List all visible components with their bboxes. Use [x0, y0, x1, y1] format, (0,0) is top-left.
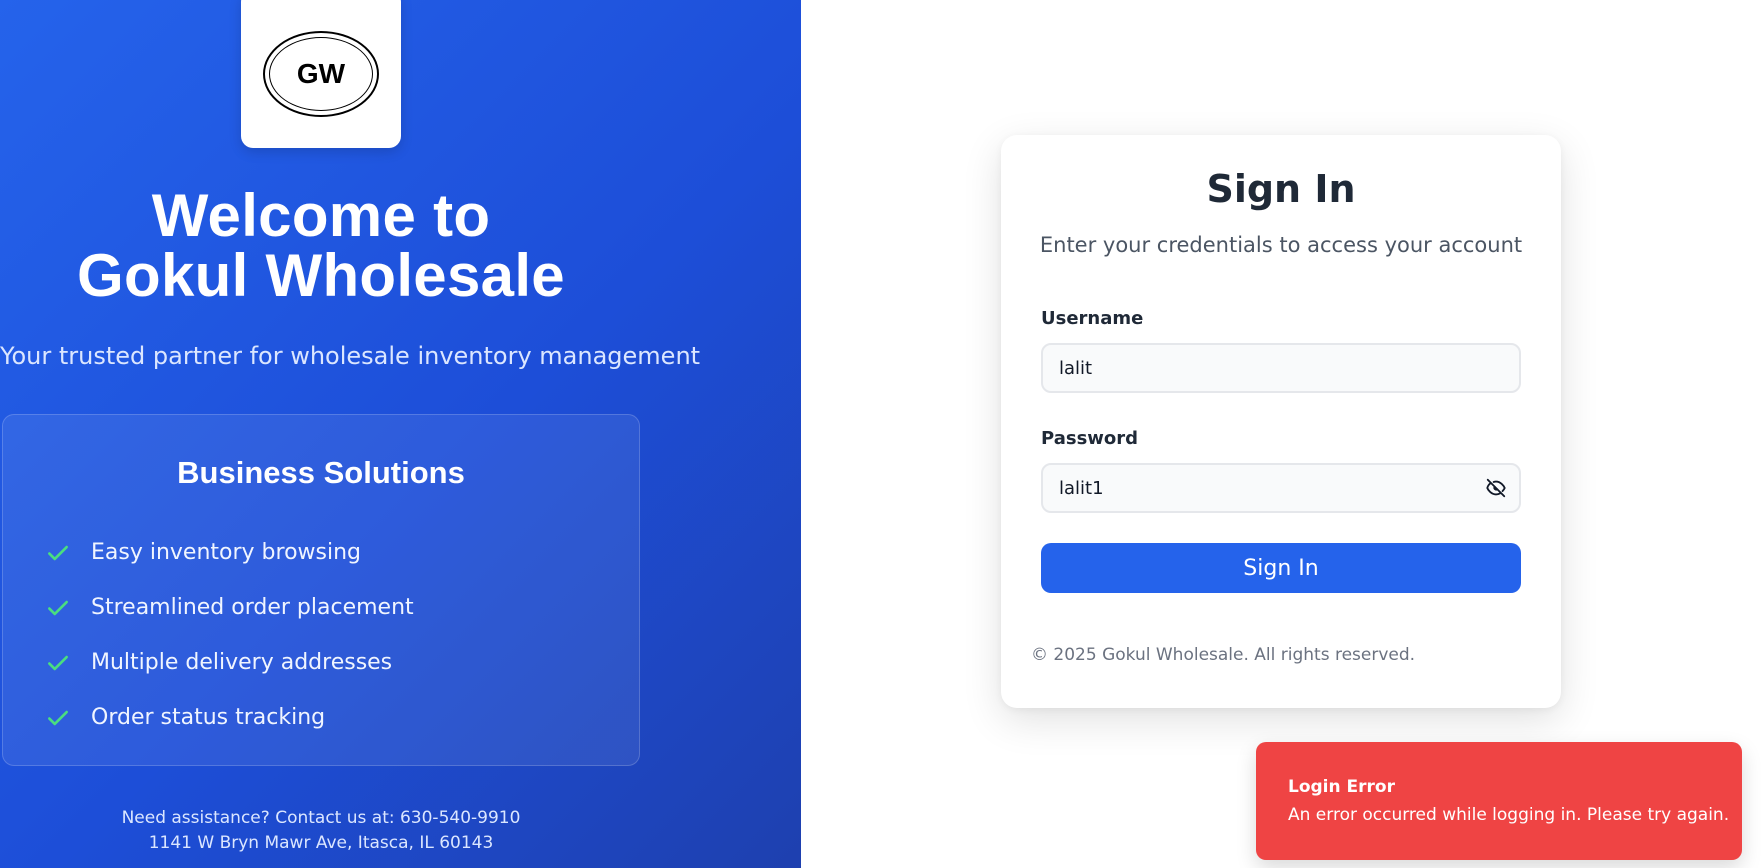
- feature-list: Easy inventory browsing Streamlined orde…: [45, 525, 414, 745]
- username-input[interactable]: [1043, 345, 1519, 391]
- password-label: Password: [1041, 428, 1139, 449]
- eye-off-icon[interactable]: [1485, 477, 1507, 499]
- contact-address: 1141 W Bryn Mawr Ave, Itasca, IL 60143: [148, 833, 494, 853]
- toast-message: An error occurred while logging in. Plea…: [1288, 805, 1730, 825]
- feature-item: Easy inventory browsing: [45, 525, 414, 580]
- contact-info: Need assistance? Contact us at: 630-540-…: [0, 806, 642, 856]
- check-icon: [48, 710, 68, 725]
- login-error-toast[interactable]: Login Error An error occurred while logg…: [1256, 742, 1742, 860]
- check-icon: [48, 655, 68, 670]
- logo-outer-ring: GW: [263, 31, 379, 117]
- sign-in-button[interactable]: Sign In: [1041, 543, 1521, 593]
- feature-label: Multiple delivery addresses: [91, 650, 393, 675]
- sign-in-subtitle: Enter your credentials to access your ac…: [1039, 233, 1523, 257]
- logo-text: GW: [269, 37, 373, 111]
- feature-label: Streamlined order placement: [91, 595, 414, 620]
- welcome-line-2: Gokul Wholesale: [77, 242, 565, 309]
- business-solutions-title: Business Solutions: [177, 455, 465, 490]
- feature-item: Order status tracking: [45, 690, 414, 745]
- sign-in-title: Sign In: [1206, 167, 1356, 211]
- contact-phone: Need assistance? Contact us at: 630-540-…: [121, 808, 521, 828]
- feature-item: Streamlined order placement: [45, 580, 414, 635]
- toast-title: Login Error: [1288, 777, 1395, 797]
- feature-label: Easy inventory browsing: [91, 540, 362, 565]
- username-label: Username: [1041, 308, 1144, 329]
- tagline: Your trusted partner for wholesale inven…: [0, 342, 701, 370]
- welcome-line-1: Welcome to: [151, 182, 491, 249]
- copyright-text: © 2025 Gokul Wholesale. All rights reser…: [1031, 645, 1416, 665]
- password-field-wrapper: [1041, 463, 1521, 513]
- username-field-wrapper: [1041, 343, 1521, 393]
- check-icon: [48, 545, 68, 560]
- feature-item: Multiple delivery addresses: [45, 635, 414, 690]
- welcome-heading: Welcome to Gokul Wholesale: [0, 186, 642, 306]
- logo: GW: [241, 0, 401, 148]
- password-input[interactable]: [1043, 465, 1519, 511]
- sign-in-card: Sign In Enter your credentials to access…: [1001, 135, 1561, 708]
- check-icon: [48, 600, 68, 615]
- feature-label: Order status tracking: [91, 705, 326, 730]
- business-solutions-card: Business Solutions Easy inventory browsi…: [2, 414, 640, 766]
- brand-panel: GW Welcome to Gokul Wholesale Your trust…: [0, 0, 801, 868]
